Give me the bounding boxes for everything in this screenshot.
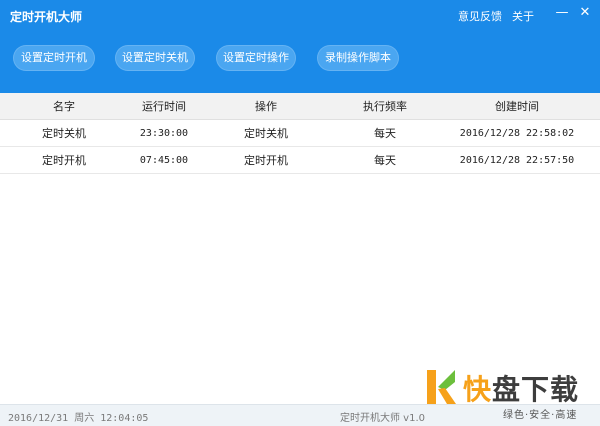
set-timed-boot-button[interactable]: 设置定时开机 <box>13 45 95 71</box>
status-datetime: 2016/12/31 周六 12:04:05 <box>8 413 149 424</box>
watermark-brand: 快盘下载 <box>463 373 580 406</box>
row-operation: 定时开机 <box>244 154 288 167</box>
table-header: 名字 运行时间 操作 执行频率 创建时间 <box>0 93 600 120</box>
status-version: 定时开机大师 v1.0 <box>340 413 425 424</box>
kuaipan-logo-icon <box>427 370 456 404</box>
feedback-link[interactable]: 意见反馈 <box>458 8 502 24</box>
row-name: 定时关机 <box>42 127 86 140</box>
row-created: 2016/12/28 22:57:50 <box>459 155 575 166</box>
row-frequency: 每天 <box>374 127 396 140</box>
set-timed-operation-button[interactable]: 设置定时操作 <box>216 45 296 71</box>
record-script-button[interactable]: 录制操作脚本 <box>317 45 399 71</box>
row-created: 2016/12/28 22:58:02 <box>459 128 575 139</box>
set-timed-shutdown-button[interactable]: 设置定时关机 <box>115 45 195 71</box>
row-run-time: 23:30:00 <box>139 128 189 139</box>
row-frequency: 每天 <box>374 154 396 167</box>
app-title: 定时开机大师 <box>10 10 83 24</box>
column-header-name[interactable]: 名字 <box>20 93 108 120</box>
about-link[interactable]: 关于 <box>512 8 534 24</box>
row-run-time: 07:45:00 <box>139 155 189 166</box>
task-table: 名字 运行时间 操作 执行频率 创建时间 定时关机 23:30:00 定时关机 … <box>0 93 600 174</box>
column-header-run-time[interactable]: 运行时间 <box>120 93 208 120</box>
column-header-operation[interactable]: 操作 <box>220 93 312 120</box>
column-header-created[interactable]: 创建时间 <box>442 93 592 120</box>
header-bar: 定时开机大师 意见反馈 关于 — ✕ 设置定时开机 设置定时关机 设置定时操作 … <box>0 0 600 93</box>
row-name: 定时开机 <box>42 154 86 167</box>
table-row[interactable]: 定时开机 07:45:00 定时开机 每天 2016/12/28 22:57:5… <box>0 147 600 174</box>
watermark-logo: 快盘下载 绿色·安全·高速 <box>425 360 597 422</box>
table-row[interactable]: 定时关机 23:30:00 定时关机 每天 2016/12/28 22:58:0… <box>0 120 600 147</box>
close-icon[interactable]: ✕ <box>576 4 594 22</box>
row-operation: 定时关机 <box>244 127 288 140</box>
minimize-icon[interactable]: — <box>553 4 571 22</box>
watermark-slogan: 绿色·安全·高速 <box>503 410 578 421</box>
column-header-frequency[interactable]: 执行频率 <box>340 93 430 120</box>
